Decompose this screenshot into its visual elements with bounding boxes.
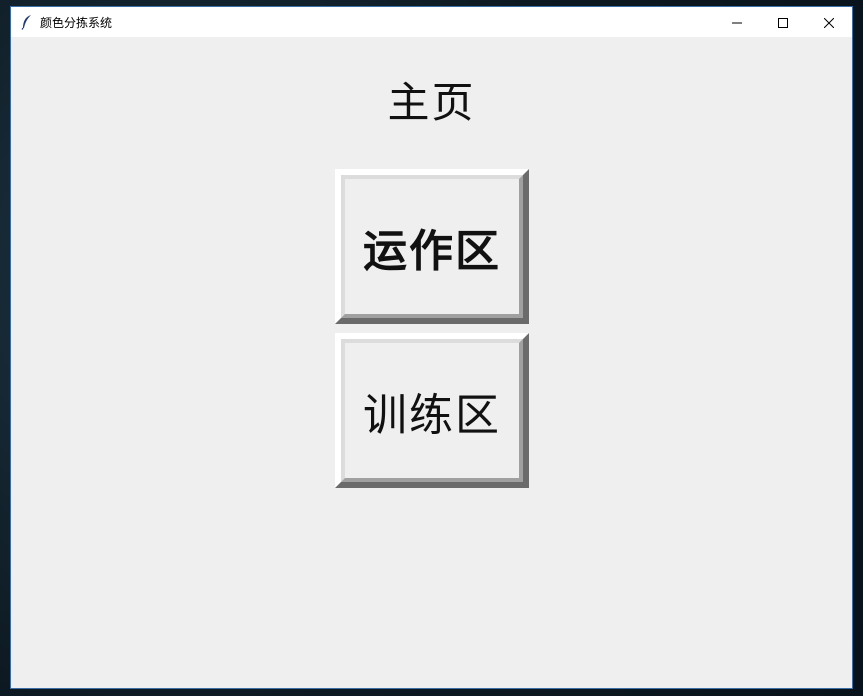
minimize-icon bbox=[732, 13, 742, 32]
maximize-button[interactable] bbox=[760, 7, 806, 37]
app-window: 颜色分拣系统 主页 运作区 训练区 bbox=[10, 6, 853, 689]
title-bar[interactable]: 颜色分拣系统 bbox=[11, 7, 852, 37]
training-area-button[interactable]: 训练区 bbox=[335, 333, 529, 488]
close-button[interactable] bbox=[806, 7, 852, 37]
operation-area-label: 运作区 bbox=[363, 225, 501, 277]
training-area-label: 训练区 bbox=[363, 389, 501, 441]
page-title: 主页 bbox=[387, 78, 476, 127]
operation-area-button[interactable]: 运作区 bbox=[335, 169, 529, 324]
window-controls bbox=[714, 7, 852, 37]
feather-icon bbox=[20, 14, 34, 30]
window-title: 颜色分拣系统 bbox=[40, 15, 113, 30]
maximize-icon bbox=[778, 13, 788, 32]
main-content: 主页 运作区 训练区 bbox=[11, 37, 852, 688]
minimize-button[interactable] bbox=[714, 7, 760, 37]
close-icon bbox=[823, 13, 835, 32]
